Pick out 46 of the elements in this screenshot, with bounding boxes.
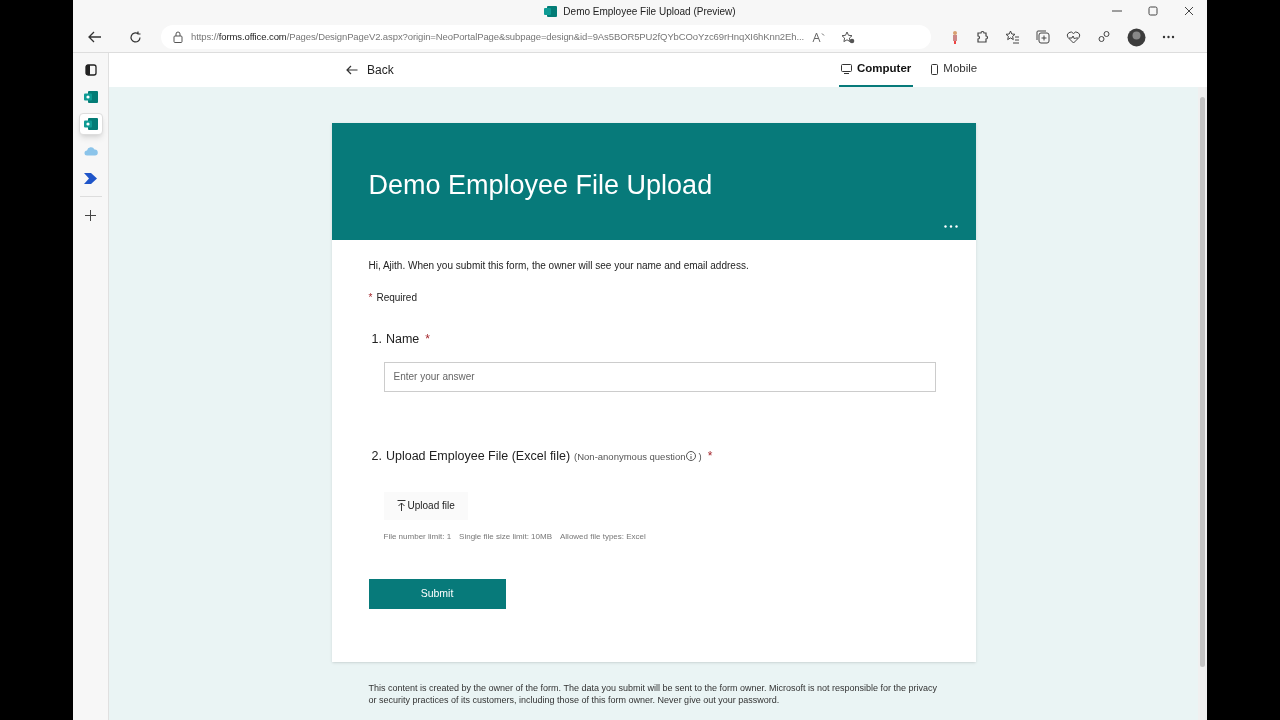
favorites-list-icon[interactable] [1005, 30, 1020, 44]
lock-icon [173, 31, 183, 43]
disclaimer-text: This content is created by the owner of the form. The data you submit will be sent to the form owner. Microsoft is not responsible for the privacy or security practices of its customers, including those of this form owner. Never give out your password. [367, 681, 939, 706]
more-options-icon[interactable] [943, 225, 958, 228]
file-limit-text: Single file size limit: 10MB [459, 530, 552, 543]
extension-figure-icon[interactable] [951, 30, 959, 44]
required-asterisk: * [707, 447, 713, 465]
profile-avatar-icon[interactable] [1127, 27, 1146, 47]
answer-field[interactable]: Enter your answer [383, 361, 936, 392]
required-label: Required [376, 291, 417, 305]
question-number: 1. [371, 331, 382, 348]
question-note-end: ) [698, 449, 702, 464]
read-aloud-icon[interactable] [812, 31, 826, 43]
submit-button[interactable]: Submit [368, 578, 506, 609]
upload-file-button[interactable]: Upload file [383, 491, 468, 520]
back-button[interactable]: Back [346, 61, 394, 79]
collections-icon[interactable] [1036, 30, 1050, 44]
phone-icon [931, 63, 939, 75]
forms-app-icon [544, 5, 558, 17]
monitor-icon [841, 64, 852, 74]
window-title: Demo Employee File Upload (Preview) [563, 4, 736, 19]
view-tab[interactable]: Computer [839, 53, 914, 87]
question-note: (Non-anonymous question [574, 449, 686, 464]
forms-app-icon[interactable] [78, 113, 103, 135]
address-bar[interactable]: https://forms.office.com/Pages/DesignPageV2.aspx?origin=NeoPortalPage&subpage=design&id=9As5BOR5PU2fQYbCOoYzc69rHnqXI6hKnn2Eh... [161, 25, 931, 49]
file-limit-text: Allowed file types: Excel [560, 530, 646, 543]
form-title: Demo Employee File Upload [368, 169, 713, 202]
favorite-star-icon[interactable] [841, 30, 856, 44]
question-number: 2. [371, 447, 382, 465]
maximize-icon [1148, 6, 1158, 16]
scrollbar[interactable] [1198, 87, 1207, 720]
intro-text: Hi, Ajith. When you submit this form, the owner will see your name and email address. [368, 259, 750, 273]
health-heart-icon[interactable] [1066, 30, 1081, 44]
extensions-puzzle-icon[interactable] [975, 30, 989, 44]
url-text: https://forms.office.com/Pages/DesignPageV2.aspx?origin=NeoPortalPage&subpage=design&id=9As5BOR5PU2fQYbCOoYzc69rHnqXI6hKnn2Eh... [191, 29, 805, 44]
required-asterisk: * [425, 331, 430, 348]
close-icon [1184, 6, 1194, 16]
view-tab[interactable]: Mobile [929, 53, 980, 87]
required-asterisk: * [368, 291, 373, 305]
file-limit-text: File number limit: 1 [383, 530, 452, 543]
back-arrow-icon [346, 65, 358, 75]
question-title: Name [385, 331, 420, 348]
upload-arrow-icon [396, 500, 406, 511]
more-options-icon[interactable] [1162, 35, 1175, 39]
question-title: Upload Employee File (Excel file) [385, 447, 571, 465]
people-icon[interactable] [1097, 30, 1111, 44]
